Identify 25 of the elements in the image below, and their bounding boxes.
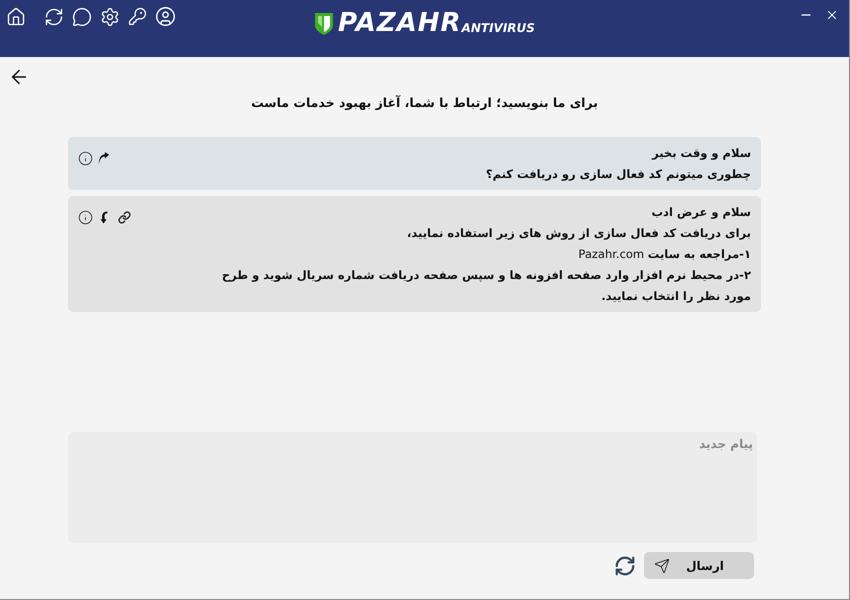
link-icon[interactable]	[118, 211, 131, 224]
user-icon[interactable]	[155, 6, 176, 27]
close-icon[interactable]	[825, 8, 839, 22]
message-text: ۲-در محیط نرم افزار وارد صفحه افزونه ها و سپس صفحه دریافت شماره سریال شوید و طرح مورد نظر را انتخاب نمایید.	[220, 267, 751, 305]
send-button[interactable]: ارسال	[644, 552, 754, 579]
message-input[interactable]: پیام جدید	[68, 432, 757, 543]
settings-icon[interactable]	[100, 6, 120, 26]
message-text: چطوری میتونم کد فعال سازی رو دریافت کنم؟	[484, 166, 751, 183]
send-icon	[654, 558, 670, 574]
curved-up-arrow-icon	[98, 151, 110, 166]
message-text: برای دریافت کد فعال سازی از روش های زیر استفاده نمایید،	[406, 225, 751, 242]
logo-name: PAZAHR	[338, 10, 462, 36]
home-icon[interactable]	[6, 6, 26, 26]
info-icon[interactable]	[78, 151, 93, 166]
refresh-icon[interactable]	[614, 554, 636, 576]
key-icon[interactable]	[128, 7, 147, 26]
message-text: سلام و وقت بخیر	[650, 145, 751, 162]
refresh-icon[interactable]	[44, 6, 64, 26]
logo-suffix: ANTIVIRUS	[462, 21, 535, 35]
message-text: سلام و عرض ادب	[650, 204, 751, 221]
chat-icon[interactable]	[72, 6, 92, 26]
curved-down-arrow-icon	[98, 210, 110, 225]
info-icon[interactable]	[78, 210, 93, 225]
page-title: برای ما بنویسید؛ ارتباط با شما، آغاز بهبود خدمات ماست	[250, 94, 599, 112]
shield-logo-icon	[314, 12, 334, 36]
